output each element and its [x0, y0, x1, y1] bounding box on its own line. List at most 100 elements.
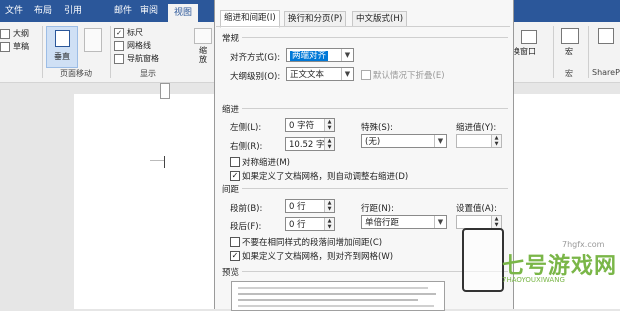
mirror-indent-checkbox[interactable]: [230, 157, 240, 167]
margin-mark: [150, 160, 164, 161]
collapse-checkbox[interactable]: [361, 70, 371, 80]
switch-window-icon[interactable]: [521, 30, 537, 44]
page-movement-group-label: 页面移动: [60, 69, 92, 78]
tab-review[interactable]: 审阅: [134, 0, 164, 22]
sharepoint-group-label: ShareP: [592, 68, 620, 77]
indent-right-input[interactable]: 10.52 字 ▲ ▼: [285, 137, 335, 151]
spacing-section-title: 间距: [222, 185, 240, 195]
ribbon-separator: [588, 26, 589, 78]
outline-icon: [0, 28, 10, 39]
indent-right-label: 右侧(R):: [230, 142, 263, 152]
spinner-icon[interactable]: ▲ ▼: [491, 135, 501, 147]
site-watermark: 七号游戏网 7HAOYOUXIWANG 7hgfx.com: [462, 220, 620, 309]
vertical-button[interactable]: 垂直: [46, 26, 78, 68]
outline-view-button[interactable]: 大纲: [0, 28, 29, 39]
macro-icon[interactable]: [561, 28, 579, 44]
indent-right-value: 10.52 字: [289, 140, 325, 150]
checkbox-icon: [114, 40, 124, 51]
spacing-before-input[interactable]: 0 行 ▲ ▼: [285, 199, 335, 213]
switch-window-label[interactable]: 换窗口: [512, 46, 536, 57]
zoom-icon[interactable]: [194, 28, 212, 44]
alignment-select[interactable]: 两端对齐 ▼: [286, 48, 354, 62]
auto-adjust-checkbox[interactable]: ✓: [230, 171, 240, 181]
watermark-domain: 7HAOYOUXIWANG: [502, 276, 565, 284]
document-page-left[interactable]: [74, 94, 214, 309]
chevron-down-icon: ▼: [434, 135, 446, 147]
chevron-down-icon: ▼: [434, 216, 446, 228]
tab-underline: [216, 26, 510, 27]
ruler-label: 标尺: [127, 28, 143, 37]
draft-label: 草稿: [13, 42, 29, 51]
zoom-label: 缩 放: [199, 46, 207, 64]
section-rule: [242, 37, 508, 38]
special-indent-value: (无): [365, 137, 381, 147]
vertical-label: 垂直: [54, 52, 70, 61]
snap-to-grid-checkbox[interactable]: ✓: [230, 251, 240, 261]
sharepoint-icon[interactable]: [598, 28, 614, 44]
indent-left-label: 左侧(L):: [230, 123, 262, 133]
macro-group-label: 宏: [565, 69, 573, 78]
line-spacing-value: 单倍行距: [365, 218, 400, 228]
watermark-site: 7hgfx.com: [562, 240, 605, 249]
no-space-same-style-label: 不要在相同样式的段落间增加间距(C): [242, 238, 383, 248]
draft-view-button[interactable]: 草稿: [0, 41, 29, 52]
mirror-indent-label: 对称缩进(M): [242, 158, 290, 168]
outline-label: 大纲: [13, 29, 29, 38]
outline-level-select[interactable]: 正文文本 ▼: [286, 67, 354, 81]
indent-section-title: 缩进: [222, 105, 240, 115]
preview-section-title: 预览: [222, 268, 240, 278]
section-rule: [242, 188, 508, 189]
preview-line: [238, 305, 434, 307]
spacing-before-value: 0 行: [289, 202, 306, 212]
ribbon-separator: [110, 26, 111, 78]
collapse-label: 默认情况下折叠(E): [373, 71, 445, 81]
gridlines-checkbox[interactable]: 网格线: [114, 40, 151, 51]
show-group-label: 显示: [140, 69, 156, 78]
tab-file[interactable]: 文件: [0, 0, 28, 22]
checkbox-icon: [114, 53, 124, 64]
spinner-icon[interactable]: ▲ ▼: [324, 218, 334, 230]
preview-line: [238, 287, 428, 289]
ribbon-separator: [42, 26, 43, 78]
line-spacing-select[interactable]: 单倍行距 ▼: [361, 215, 447, 229]
tab-line-page-breaks[interactable]: 换行和分页(P): [284, 11, 347, 27]
preview-line: [238, 293, 436, 295]
ruler-checkbox[interactable]: ✓ 标尺: [114, 27, 143, 38]
spacing-after-input[interactable]: 0 行 ▲ ▼: [285, 217, 335, 231]
section-rule: [242, 108, 508, 109]
outline-level-label: 大纲级别(O):: [230, 72, 281, 82]
spinner-icon[interactable]: ▲ ▼: [324, 138, 334, 150]
spinner-icon[interactable]: ▲ ▼: [324, 200, 334, 212]
special-indent-select[interactable]: (无) ▼: [361, 134, 447, 148]
spacing-at-label: 设置值(A):: [456, 204, 497, 214]
chevron-down-icon: ▼: [341, 68, 353, 80]
outline-level-value: 正文文本: [290, 70, 325, 80]
auto-adjust-label: 如果定义了文档网格，则自动调整右缩进(D): [242, 172, 409, 182]
nav-pane-checkbox[interactable]: 导航窗格: [114, 53, 159, 64]
no-space-same-style-checkbox[interactable]: [230, 237, 240, 247]
spacing-after-value: 0 行: [289, 220, 306, 230]
text-cursor: [164, 156, 165, 168]
draft-icon: [0, 41, 10, 52]
spinner-icon[interactable]: ▲ ▼: [324, 119, 334, 131]
tab-layout[interactable]: 布局: [28, 0, 58, 22]
tab-view[interactable]: 视图: [168, 4, 198, 22]
macro-button-label[interactable]: 宏: [565, 46, 573, 57]
line-spacing-label: 行距(N):: [361, 204, 394, 214]
side-to-side-icon[interactable]: [84, 28, 102, 52]
paragraph-preview: [231, 281, 445, 311]
snap-to-grid-label: 如果定义了文档网格，则对齐到网格(W): [242, 252, 394, 262]
spacing-after-label: 段后(F):: [230, 222, 262, 232]
gridlines-label: 网格线: [127, 41, 151, 50]
tab-asian-typography[interactable]: 中文版式(H): [352, 11, 408, 27]
alignment-label: 对齐方式(G):: [230, 53, 281, 63]
chevron-down-icon: ▼: [341, 49, 353, 61]
tab-references[interactable]: 引用: [58, 0, 88, 22]
indent-left-input[interactable]: 0 字符 ▲ ▼: [285, 118, 335, 132]
indent-left-value: 0 字符: [289, 121, 315, 131]
indent-marker-icon[interactable]: [160, 83, 170, 99]
indent-by-input[interactable]: ▲ ▼: [456, 134, 502, 148]
vertical-page-icon: [55, 30, 70, 47]
ribbon-separator: [553, 26, 554, 78]
general-section-title: 常规: [222, 34, 240, 44]
